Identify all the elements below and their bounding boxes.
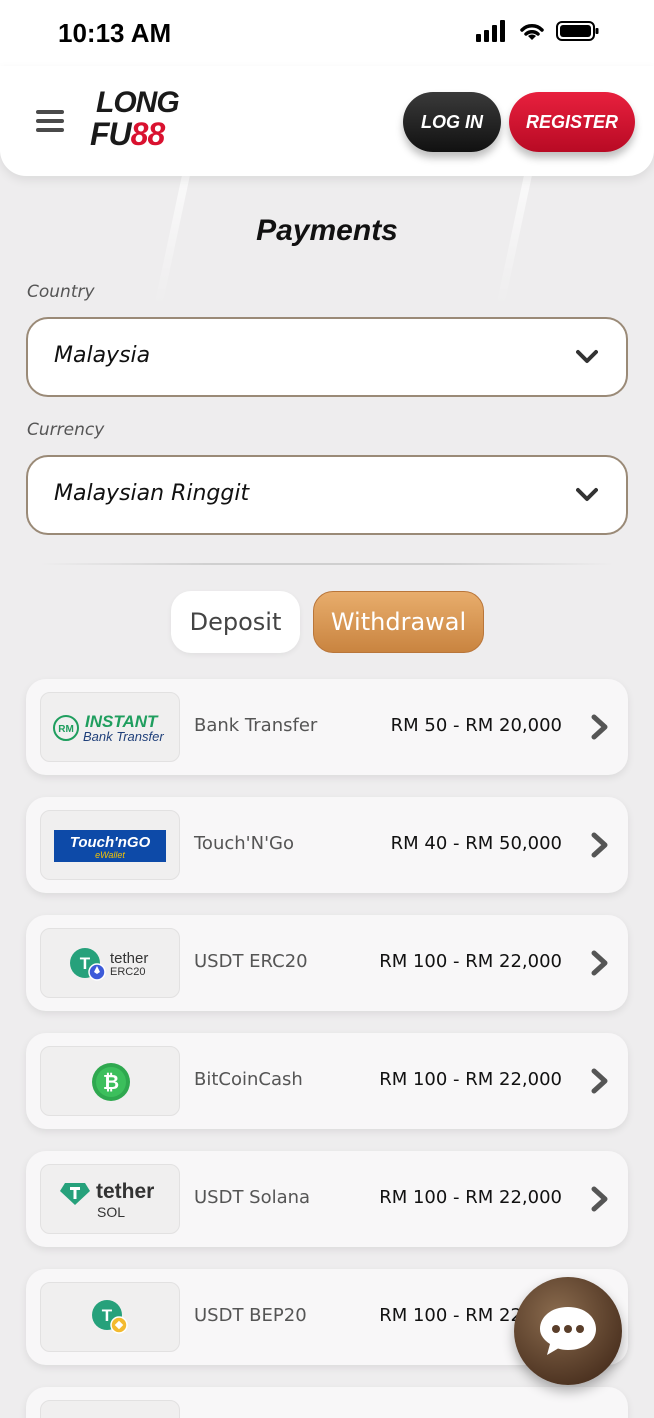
status-icons (476, 20, 600, 42)
chat-bubble-icon (540, 1307, 596, 1355)
chevron-right-icon (591, 950, 608, 976)
wifi-icon (520, 24, 544, 40)
tether-erc20-logo: T tether ERC20 (40, 928, 180, 998)
method-range: RM 50 - RM 20,000 (390, 715, 562, 736)
chevron-right-icon (591, 1068, 608, 1094)
chevron-down-icon (576, 488, 598, 501)
chevron-right-icon (591, 714, 608, 740)
svg-text:tether: tether (110, 950, 148, 967)
tab-withdrawal[interactable]: Withdrawal (313, 591, 484, 653)
method-range: RM 40 - RM 50,000 (390, 833, 562, 854)
method-name: Touch'N'Go (194, 833, 294, 854)
longfu88-logo[interactable]: LONG FU88 (90, 86, 190, 152)
svg-text:eWallet: eWallet (95, 850, 125, 860)
live-chat-button[interactable] (514, 1277, 622, 1385)
login-button[interactable]: LOG IN (403, 92, 501, 152)
chevron-down-icon (576, 350, 598, 363)
method-logo-partial (40, 1400, 180, 1418)
currency-value: Malaysian Ringgit (54, 481, 250, 506)
svg-text:tether: tether (96, 1180, 154, 1203)
method-range: RM 100 - RM 22,000 (379, 1187, 562, 1208)
status-bar: 10:13 AM (0, 0, 654, 66)
tether-sol-logo: tether SOL (40, 1164, 180, 1234)
currency-label: Currency (27, 420, 105, 440)
svg-text:₿: ₿ (103, 1072, 119, 1094)
method-name: USDT Solana (194, 1187, 311, 1208)
touch-n-go-logo: Touch'nGO eWallet (40, 810, 180, 880)
battery-icon (556, 21, 599, 41)
svg-text:SOL: SOL (97, 1204, 125, 1220)
section-divider (40, 563, 614, 565)
country-value: Malaysia (54, 343, 151, 368)
method-range: RM 100 - RM 22,000 (379, 951, 562, 972)
svg-text:Bank Transfer: Bank Transfer (83, 729, 164, 744)
status-time: 10:13 AM (58, 18, 172, 48)
svg-text:RM: RM (58, 724, 74, 735)
currency-select[interactable]: Malaysian Ringgit (26, 455, 628, 535)
logo-line-1: LONG (96, 86, 180, 119)
payment-method-usdt-erc20[interactable]: T tether ERC20 USDT ERC20 RM 100 - RM 22… (26, 915, 628, 1011)
svg-text:Touch'nGO: Touch'nGO (70, 834, 151, 851)
payment-method-bank-transfer[interactable]: RM INSTANT Bank Transfer Bank Transfer R… (26, 679, 628, 775)
method-range: RM 100 - RM 22,000 (379, 1069, 562, 1090)
logo-line-2: FU88 (90, 116, 165, 152)
app-header: LONG FU88 LOG IN REGISTER (0, 66, 654, 176)
country-label: Country (27, 282, 95, 302)
payment-method-usdt-solana[interactable]: tether SOL USDT Solana RM 100 - RM 22,00… (26, 1151, 628, 1247)
payment-method-bitcoincash[interactable]: ₿ BitCoinCash RM 100 - RM 22,000 (26, 1033, 628, 1129)
instant-bank-transfer-logo: RM INSTANT Bank Transfer (40, 692, 180, 762)
method-name: Bank Transfer (194, 715, 318, 736)
method-name: USDT ERC20 (194, 951, 308, 972)
method-name: USDT BEP20 (194, 1305, 307, 1326)
signal-icon (476, 20, 505, 42)
payment-method-card-partial[interactable] (26, 1387, 628, 1418)
register-button[interactable]: REGISTER (509, 92, 635, 152)
chevron-right-icon (591, 832, 608, 858)
svg-text:ERC20: ERC20 (110, 966, 145, 978)
tab-deposit[interactable]: Deposit (171, 591, 300, 653)
hamburger-menu-icon[interactable] (36, 110, 64, 134)
chevron-right-icon (591, 1186, 608, 1212)
country-select[interactable]: Malaysia (26, 317, 628, 397)
tether-bep20-logo: T (40, 1282, 180, 1352)
bitcoin-cash-logo: ₿ (40, 1046, 180, 1116)
method-name: BitCoinCash (194, 1069, 303, 1090)
page-title: Payments (256, 214, 398, 247)
payment-method-touch-n-go[interactable]: Touch'nGO eWallet Touch'N'Go RM 40 - RM … (26, 797, 628, 893)
